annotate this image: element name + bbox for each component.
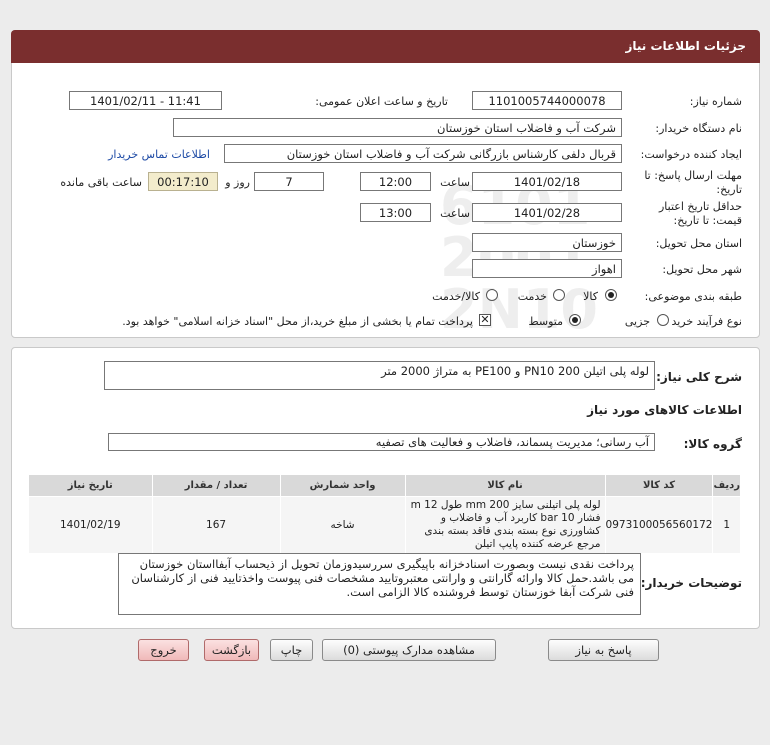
category-radio-goods-service[interactable] <box>486 289 498 301</box>
goods-info-title: اطلاعات کالاهای مورد نیاز <box>587 403 742 417</box>
exit-button[interactable]: خروج <box>138 639 189 661</box>
reply-button[interactable]: پاسخ به نیاز <box>548 639 659 661</box>
buyer-notes-label: توضیحات خریدار: <box>640 576 742 590</box>
buyer-notes-field: پرداخت نقدی نیست وبصورت اسنادخزانه باپیگ… <box>118 553 641 615</box>
price-validity-time-field: 13:00 <box>360 203 431 222</box>
page-title: جزئیات اطلاعات نیاز <box>11 30 760 63</box>
category-option-goods-service: کالا/خدمت <box>432 290 480 303</box>
cell-unit: شاخه <box>279 496 406 554</box>
general-desc-field: لوله پلی اتیلن 200 PN10 و PE100 به متراژ… <box>104 361 655 390</box>
category-label: طبقه بندی موضوعی: <box>644 290 742 303</box>
reply-time-field: 12:00 <box>360 172 431 191</box>
announce-datetime-label: تاریخ و ساعت اعلان عمومی: <box>315 95 448 108</box>
delivery-city-field: اهواز <box>472 259 622 278</box>
goods-group-field: آب رسانی؛ مدیریت پسماند، فاضلاب و فعالیت… <box>108 433 655 451</box>
process-radio-minor[interactable] <box>657 314 669 326</box>
back-button[interactable]: بازگشت <box>204 639 259 661</box>
table-row: 1 0973100056560172 لوله پلی اتیلنی سایز … <box>28 496 741 554</box>
items-table: ردیف کد کالا نام کالا واحد شمارش تعداد /… <box>28 474 741 554</box>
purchase-process-label: نوع فرآیند خرید : <box>664 315 742 328</box>
cell-row: 1 <box>712 496 741 554</box>
process-option-medium: متوسط <box>528 315 563 328</box>
need-number-field: 1101005744000078 <box>472 91 622 110</box>
cell-name: لوله پلی اتیلنی سایز 200 mm طول 12 m فشا… <box>404 496 606 554</box>
col-name: نام کالا <box>404 474 606 497</box>
days-label: روز و <box>225 176 250 189</box>
print-button[interactable]: چاپ <box>270 639 313 661</box>
price-validity-date-field: 1401/02/28 <box>472 203 622 222</box>
reply-date-field: 1401/02/18 <box>472 172 622 191</box>
remaining-label: ساعت باقی مانده <box>60 176 142 189</box>
reply-time-label: ساعت <box>440 176 470 189</box>
delivery-city-label: شهر محل تحویل: <box>662 263 742 276</box>
treasury-checkbox[interactable]: ✕ <box>479 314 491 326</box>
delivery-province-label: استان محل تحویل: <box>655 237 742 250</box>
general-desc-label: شرح کلی نیاز: <box>656 370 742 384</box>
cell-code: 0973100056560172 <box>604 496 714 554</box>
process-option-minor: جزیی <box>624 315 650 328</box>
category-radio-service[interactable] <box>553 289 565 301</box>
col-date: تاریخ نیاز <box>28 474 153 497</box>
need-number-label: شماره نیاز: <box>689 95 742 108</box>
col-row: ردیف <box>712 474 741 497</box>
price-validity-time-label: ساعت <box>440 207 470 220</box>
reply-deadline-label: مهلت ارسال پاسخ: تا <box>644 169 742 182</box>
cell-qty: 167 <box>151 496 281 554</box>
announce-datetime-field: 1401/02/11 - 11:41 <box>69 91 222 110</box>
requester-field: قربال دلفی کارشناس بازرگانی شرکت آب و فا… <box>224 144 622 163</box>
col-qty: تعداد / مقدار <box>151 474 281 497</box>
remaining-time-field: 00:17:10 <box>148 172 218 191</box>
reply-days-field: 7 <box>254 172 324 191</box>
treasury-note: پرداخت تمام یا بخشی از مبلغ خرید،از محل … <box>122 315 473 328</box>
col-unit: واحد شمارش <box>279 474 406 497</box>
buyer-contact-link[interactable]: اطلاعات تماس خریدار <box>108 148 210 161</box>
view-attachments-button[interactable]: مشاهده مدارک پیوستی (0) <box>322 639 496 661</box>
buyer-org-field: شرکت آب و فاضلاب استان خوزستان <box>173 118 622 137</box>
delivery-province-field: خوزستان <box>472 233 622 252</box>
category-option-service: خدمت <box>517 290 547 303</box>
category-radio-goods[interactable] <box>605 289 617 301</box>
cell-date: 1401/02/19 <box>28 496 153 554</box>
table-header-row: ردیف کد کالا نام کالا واحد شمارش تعداد /… <box>28 474 741 497</box>
goods-group-label: گروه کالا: <box>683 437 742 451</box>
price-validity-label: حداقل تاریخ اعتبار <box>658 200 742 213</box>
category-option-goods: کالا <box>583 290 598 303</box>
col-code: کد کالا <box>604 474 714 497</box>
buyer-org-label: نام دستگاه خریدار: <box>655 122 742 135</box>
reply-deadline-label-2: تاریخ: <box>716 183 742 196</box>
requester-label: ایجاد کننده درخواست: <box>640 148 742 161</box>
price-validity-label-2: قیمت: تا تاریخ: <box>673 214 742 227</box>
process-radio-medium[interactable] <box>569 314 581 326</box>
